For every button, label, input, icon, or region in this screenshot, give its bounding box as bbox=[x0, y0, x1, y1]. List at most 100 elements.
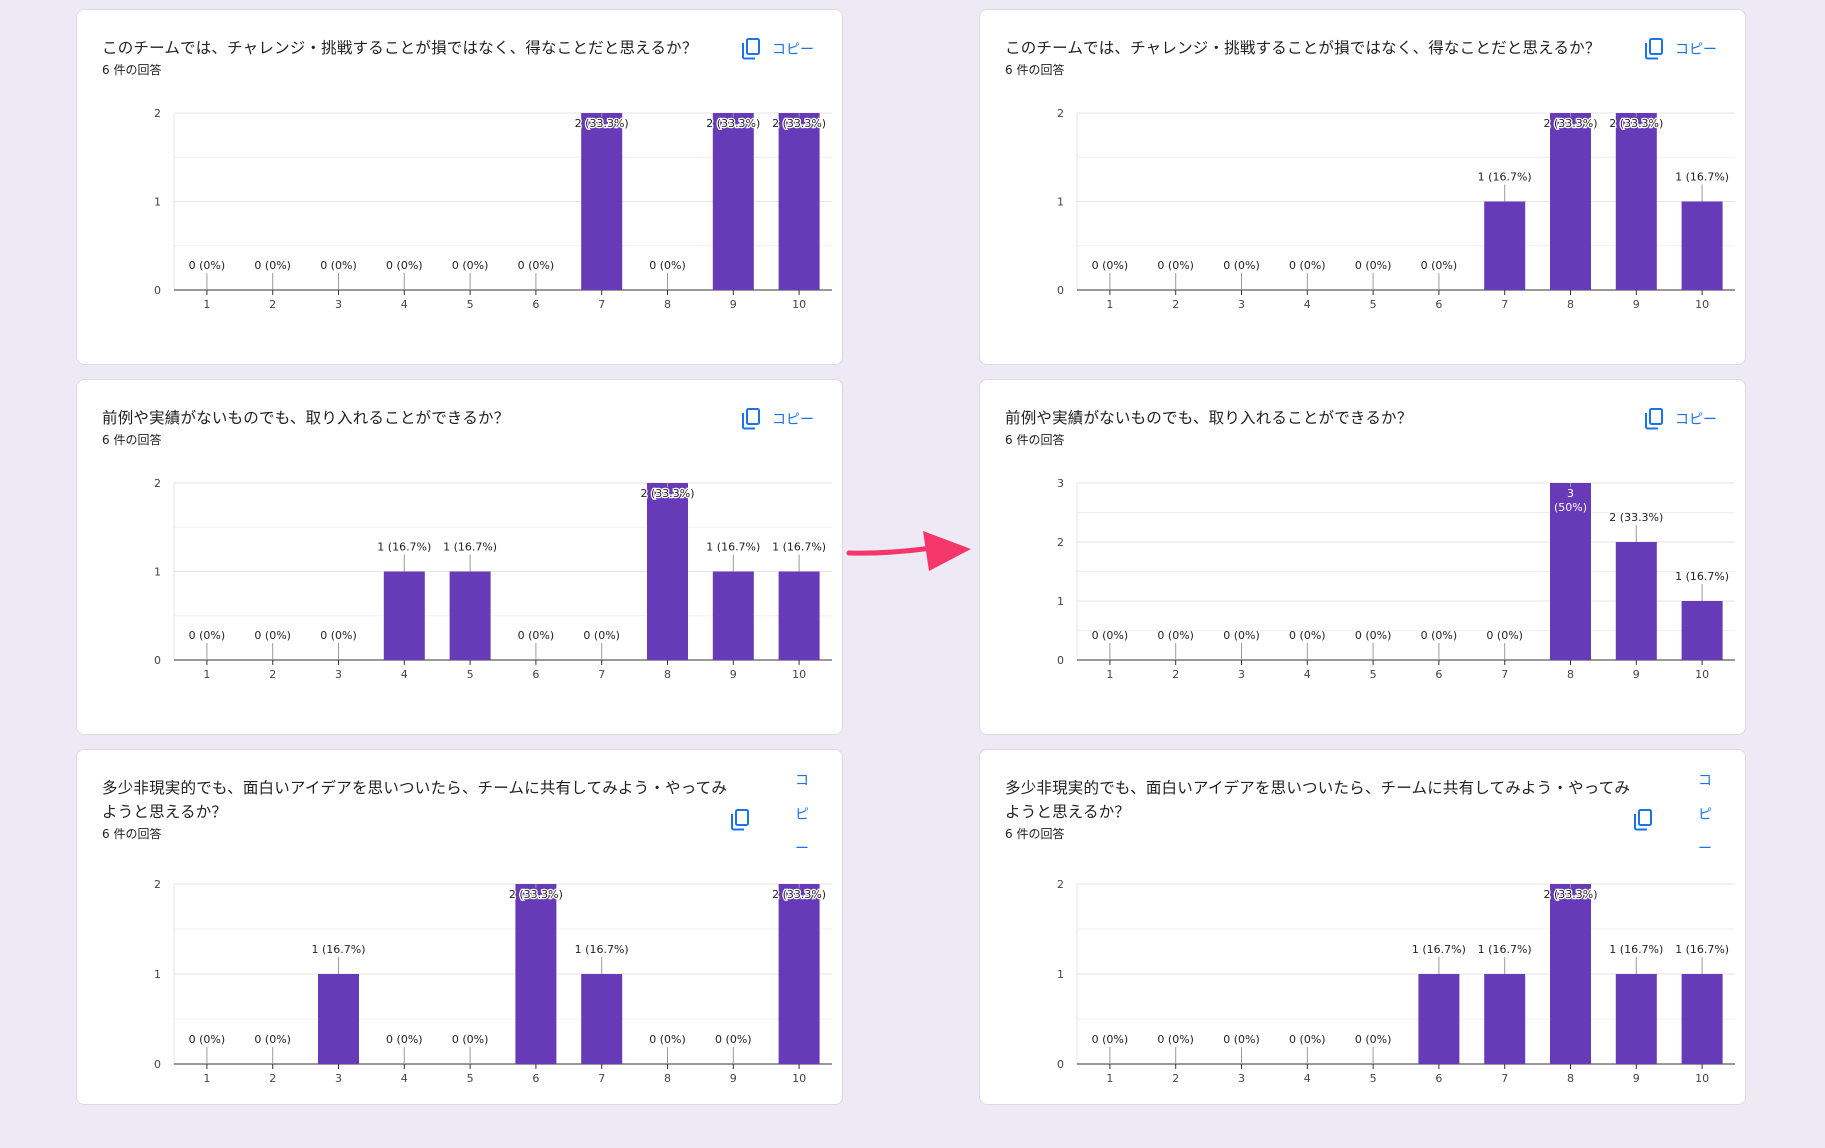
data-label: 0 (0%) bbox=[452, 259, 489, 272]
y-tick-label: 1 bbox=[154, 566, 161, 579]
x-tick-label: 1 bbox=[203, 298, 210, 311]
data-label: 1 (16.7%) bbox=[1609, 943, 1663, 956]
data-label: 3 bbox=[1567, 487, 1574, 500]
x-tick-label: 7 bbox=[1501, 668, 1508, 681]
y-tick-label: 0 bbox=[154, 1058, 161, 1071]
bar[interactable] bbox=[1615, 113, 1657, 290]
bar[interactable] bbox=[1550, 884, 1591, 1064]
data-label: 0 (0%) bbox=[320, 629, 357, 642]
bar[interactable] bbox=[712, 113, 754, 290]
x-tick-label: 2 bbox=[1172, 668, 1179, 681]
bar-chart: 0 1 2 1 0 (0%) 2 0 (0%) 3 0 (0%) 4 1 (16.7%) 5 1 (16… bbox=[154, 477, 832, 681]
x-tick-label: 8 bbox=[664, 1072, 671, 1085]
y-tick-label: 2 bbox=[154, 477, 161, 490]
y-tick-label: 2 bbox=[1057, 536, 1064, 549]
bar[interactable] bbox=[1615, 542, 1657, 660]
x-tick-label: 4 bbox=[1304, 668, 1311, 681]
question-card: 多少非現実的でも、面白いアイデアを思いついたら、チームに共有してみよう・やってみ… bbox=[76, 749, 843, 1105]
data-label: 1 (16.7%) bbox=[575, 943, 629, 956]
data-label: 0 (0%) bbox=[1092, 629, 1129, 642]
y-tick-label: 0 bbox=[1057, 284, 1064, 297]
x-tick-label: 10 bbox=[1695, 668, 1709, 681]
y-tick-label: 2 bbox=[154, 878, 161, 891]
x-tick-label: 1 bbox=[1106, 1072, 1113, 1085]
x-tick-label: 10 bbox=[1695, 1072, 1709, 1085]
data-label: 2 (33.3%) bbox=[772, 117, 826, 130]
bar[interactable] bbox=[778, 571, 820, 661]
x-tick-label: 5 bbox=[1370, 668, 1377, 681]
data-label: 2 (33.3%) bbox=[1609, 511, 1663, 524]
x-tick-label: 2 bbox=[269, 298, 276, 311]
data-label: 0 (0%) bbox=[649, 259, 686, 272]
bar-chart: 0 1 2 1 0 (0%) 2 0 (0%) 3 1 (16.7%) 4 0 (0%) 5 0 (0%… bbox=[154, 878, 832, 1085]
data-label: 0 (0%) bbox=[649, 1033, 686, 1046]
data-label: 0 (0%) bbox=[189, 629, 226, 642]
data-label: 1 (16.7%) bbox=[311, 943, 365, 956]
x-tick-label: 3 bbox=[1238, 1072, 1245, 1085]
bar-chart: 0 1 2 1 0 (0%) 2 0 (0%) 3 0 (0%) 4 0 (0%) 5 0 (0%) 6 0… bbox=[1057, 107, 1735, 311]
y-tick-label: 0 bbox=[1057, 654, 1064, 667]
bar-chart: 0 1 2 1 0 (0%) 2 0 (0%) 3 0 (0%) 4 0 (0%) 5 0 (0%) 6 0… bbox=[154, 107, 832, 311]
bar[interactable] bbox=[1418, 974, 1460, 1064]
x-tick-label: 3 bbox=[335, 298, 342, 311]
data-label: 2 (33.3%) bbox=[575, 117, 629, 130]
x-tick-label: 10 bbox=[792, 1072, 806, 1085]
data-label: 0 (0%) bbox=[1223, 1033, 1260, 1046]
bar[interactable] bbox=[647, 483, 688, 660]
bar[interactable] bbox=[1484, 201, 1526, 291]
x-tick-label: 4 bbox=[401, 668, 408, 681]
x-tick-label: 6 bbox=[1435, 1072, 1442, 1085]
data-label: 0 (0%) bbox=[254, 259, 291, 272]
question-card: 前例や実績がないものでも、取り入れることができるか？ 6 件の回答 コピー 01… bbox=[979, 379, 1746, 735]
bar[interactable] bbox=[1550, 113, 1591, 290]
x-tick-label: 6 bbox=[532, 668, 539, 681]
x-tick-label: 5 bbox=[1370, 298, 1377, 311]
x-tick-label: 8 bbox=[664, 298, 671, 311]
bar[interactable] bbox=[1681, 201, 1723, 291]
x-tick-label: 2 bbox=[1172, 1072, 1179, 1085]
y-tick-label: 1 bbox=[154, 968, 161, 981]
bar[interactable] bbox=[581, 974, 623, 1064]
data-label: 0 (0%) bbox=[1092, 1033, 1129, 1046]
data-label: 0 (0%) bbox=[452, 1033, 489, 1046]
data-label: 1 (16.7%) bbox=[706, 541, 760, 554]
bar-chart: 0 1 2 3 1 0 (0%) 2 0 (0%) 3 0 (0%) 4 0 (0%) 5 0 (0%) 6… bbox=[1057, 477, 1735, 681]
data-label: 2 (33.3%) bbox=[1543, 117, 1597, 130]
data-label: 0 (0%) bbox=[715, 1033, 752, 1046]
question-card: このチームでは、チャレンジ・挑戦することが損ではなく、得なことだと思えるか？ 6… bbox=[979, 9, 1746, 365]
bar[interactable] bbox=[383, 571, 425, 661]
x-tick-label: 8 bbox=[1567, 298, 1574, 311]
bar[interactable] bbox=[515, 884, 557, 1064]
data-label: 2 (33.3%) bbox=[640, 487, 694, 500]
bar[interactable] bbox=[1681, 601, 1723, 660]
x-tick-label: 1 bbox=[1106, 298, 1113, 311]
bar[interactable] bbox=[1484, 974, 1526, 1064]
x-tick-label: 3 bbox=[335, 1072, 342, 1085]
data-label: 0 (0%) bbox=[1421, 629, 1458, 642]
data-label: 1 (16.7%) bbox=[1675, 943, 1729, 956]
x-tick-label: 8 bbox=[664, 668, 671, 681]
bar[interactable] bbox=[778, 113, 820, 290]
bar[interactable] bbox=[449, 571, 491, 661]
bar-chart: 0 1 2 1 0 (0%) 2 0 (0%) 3 0 (0%) 4 0 (0%) 5 0 (0%) 6 1… bbox=[1057, 878, 1735, 1085]
data-label: 1 (16.7%) bbox=[1478, 943, 1532, 956]
x-tick-label: 1 bbox=[203, 1072, 210, 1085]
data-label: 1 (16.7%) bbox=[377, 541, 431, 554]
bar[interactable] bbox=[1615, 974, 1657, 1064]
bar[interactable] bbox=[1681, 974, 1723, 1064]
x-tick-label: 6 bbox=[1435, 668, 1442, 681]
x-tick-label: 3 bbox=[1238, 668, 1245, 681]
x-tick-label: 6 bbox=[532, 1072, 539, 1085]
data-label: 2 (33.3%) bbox=[706, 117, 760, 130]
data-label: 0 (0%) bbox=[320, 259, 357, 272]
data-label: 1 (16.7%) bbox=[772, 541, 826, 554]
bar[interactable] bbox=[712, 571, 754, 661]
x-tick-label: 5 bbox=[467, 668, 474, 681]
bar[interactable] bbox=[778, 884, 820, 1064]
x-tick-label: 7 bbox=[1501, 1072, 1508, 1085]
y-tick-label: 1 bbox=[1057, 595, 1064, 608]
data-label: 0 (0%) bbox=[1486, 629, 1523, 642]
x-tick-label: 9 bbox=[730, 298, 737, 311]
bar[interactable] bbox=[318, 974, 359, 1064]
bar[interactable] bbox=[581, 113, 623, 290]
